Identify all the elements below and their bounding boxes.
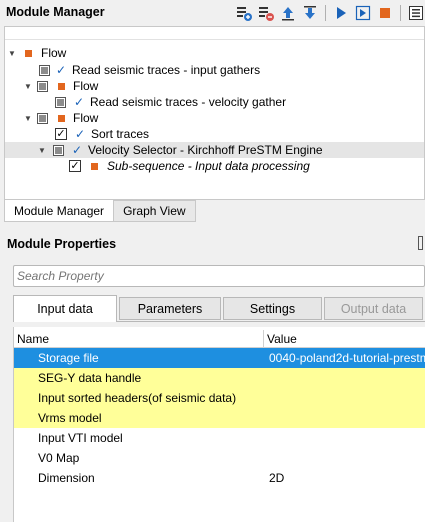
property-name: V0 Map (38, 451, 80, 465)
search-property-field[interactable] (13, 265, 425, 287)
tree-item-flow[interactable]: ▼ Flow (23, 78, 98, 94)
orange-square-icon (58, 82, 65, 90)
column-header-name[interactable]: Name (14, 330, 264, 347)
checkmark-icon: ✓ (70, 159, 80, 172)
list-icon[interactable] (407, 4, 425, 22)
property-name: Input VTI model (38, 431, 123, 445)
enable-toggle[interactable] (37, 80, 48, 92)
move-up-icon[interactable] (279, 4, 297, 22)
module-manager-header: Module Manager (0, 0, 425, 26)
tree-item-label: Flow (41, 46, 67, 60)
column-header-value[interactable]: Value (264, 330, 297, 347)
tree-item-label: Flow (73, 111, 99, 125)
tab-graph-view[interactable]: Graph View (114, 200, 196, 222)
table-row[interactable]: V0 Map (14, 448, 425, 468)
enable-checkbox[interactable]: ✓ (69, 160, 81, 172)
enable-toggle[interactable] (37, 112, 48, 124)
property-name: Input sorted headers(of seismic data) (38, 391, 237, 405)
tree-item-label: Flow (73, 79, 99, 93)
enable-checkbox[interactable]: ✓ (55, 128, 67, 140)
tab-output-data: Output data (324, 297, 423, 320)
orange-square-icon (58, 114, 65, 122)
tree-item-label: Velocity Selector - Kirchhoff PreSTM Eng… (88, 143, 323, 157)
checkmark-icon: ✓ (56, 127, 66, 140)
check-icon: ✓ (55, 63, 67, 77)
table-row[interactable]: Input VTI model (14, 428, 425, 448)
tree-item-module-selected[interactable]: ▼ ✓ Velocity Selector - Kirchhoff PreSTM… (5, 142, 424, 158)
enable-toggle[interactable] (39, 64, 50, 76)
run-step-icon[interactable] (354, 4, 372, 22)
table-row[interactable]: Vrms model (14, 408, 425, 428)
property-name: SEG-Y data handle (38, 371, 142, 385)
tab-input-data[interactable]: Input data (13, 295, 117, 322)
tree-item-module[interactable]: ✓ ✓ Sort traces (55, 126, 149, 142)
module-manager-title: Module Manager (6, 5, 105, 19)
move-down-icon[interactable] (301, 4, 319, 22)
check-icon: ✓ (71, 143, 83, 157)
tree-item-label: Read seismic traces - velocity gather (90, 95, 287, 109)
property-name: Vrms model (38, 411, 102, 425)
tree-item-flow[interactable]: ▼ Flow (23, 110, 98, 126)
run-icon[interactable] (332, 4, 350, 22)
expand-arrow-icon[interactable]: ▼ (23, 114, 33, 123)
tab-settings[interactable]: Settings (223, 297, 322, 320)
tab-parameters[interactable]: Parameters (119, 297, 221, 320)
tree-header (5, 27, 424, 40)
check-icon: ✓ (73, 95, 85, 109)
expand-arrow-icon[interactable]: ▼ (23, 82, 33, 91)
expand-arrow-icon[interactable]: ▼ (37, 146, 47, 155)
table-row[interactable]: Storage file 0040-poland2d-tutorial-pres… (14, 348, 425, 368)
property-value[interactable]: 2D (267, 471, 425, 485)
tree-item-label: Sub-sequence - Input data processing (107, 159, 310, 173)
table-row[interactable]: Dimension 2D (14, 468, 425, 488)
table-row[interactable]: SEG-Y data handle (14, 368, 425, 388)
toolbar-separator (400, 5, 401, 21)
stop-icon[interactable] (376, 4, 394, 22)
subsequence-label: Sub-sequence (107, 159, 185, 173)
table-row[interactable]: Input sorted headers(of seismic data) (14, 388, 425, 408)
toolbar (235, 3, 425, 23)
property-name: Dimension (38, 471, 95, 485)
property-name: Storage file (38, 351, 99, 365)
tree-item-label: Read seismic traces - input gathers (72, 63, 261, 77)
subsequence-suffix: - Input data processing (184, 159, 310, 173)
flow-tree: ▼ Flow ✓ Read seismic traces - input gat… (4, 26, 425, 200)
panel-menu-icon[interactable] (418, 236, 423, 250)
tree-item-subsequence[interactable]: ✓ Sub-sequence - Input data processing (69, 158, 310, 174)
tree-item-module[interactable]: ✓ Read seismic traces - input gathers (39, 62, 260, 78)
expand-arrow-icon[interactable]: ▼ (7, 49, 17, 58)
search-input[interactable] (14, 266, 424, 286)
property-value[interactable]: 0040-poland2d-tutorial-prestm (267, 351, 425, 365)
enable-toggle[interactable] (53, 144, 64, 156)
tree-item-label: Sort traces (91, 127, 150, 141)
orange-square-icon (91, 162, 98, 170)
add-module-icon[interactable] (235, 4, 253, 22)
tab-module-manager[interactable]: Module Manager (4, 200, 115, 222)
table-header: Name Value (14, 330, 425, 348)
enable-toggle[interactable] (55, 96, 66, 108)
remove-module-icon[interactable] (257, 4, 275, 22)
tree-item-flow[interactable]: ▼ Flow (7, 45, 66, 61)
check-icon: ✓ (74, 127, 86, 141)
view-tabs: Module Manager Graph View (4, 200, 196, 222)
tree-item-module[interactable]: ✓ Read seismic traces - velocity gather (55, 94, 286, 110)
toolbar-separator (325, 5, 326, 21)
properties-table: Name Value Storage file 0040-poland2d-tu… (13, 327, 425, 522)
orange-square-icon (25, 49, 32, 57)
property-tabs: Input data Parameters Settings Output da… (13, 295, 425, 322)
module-properties-title: Module Properties (7, 237, 117, 251)
